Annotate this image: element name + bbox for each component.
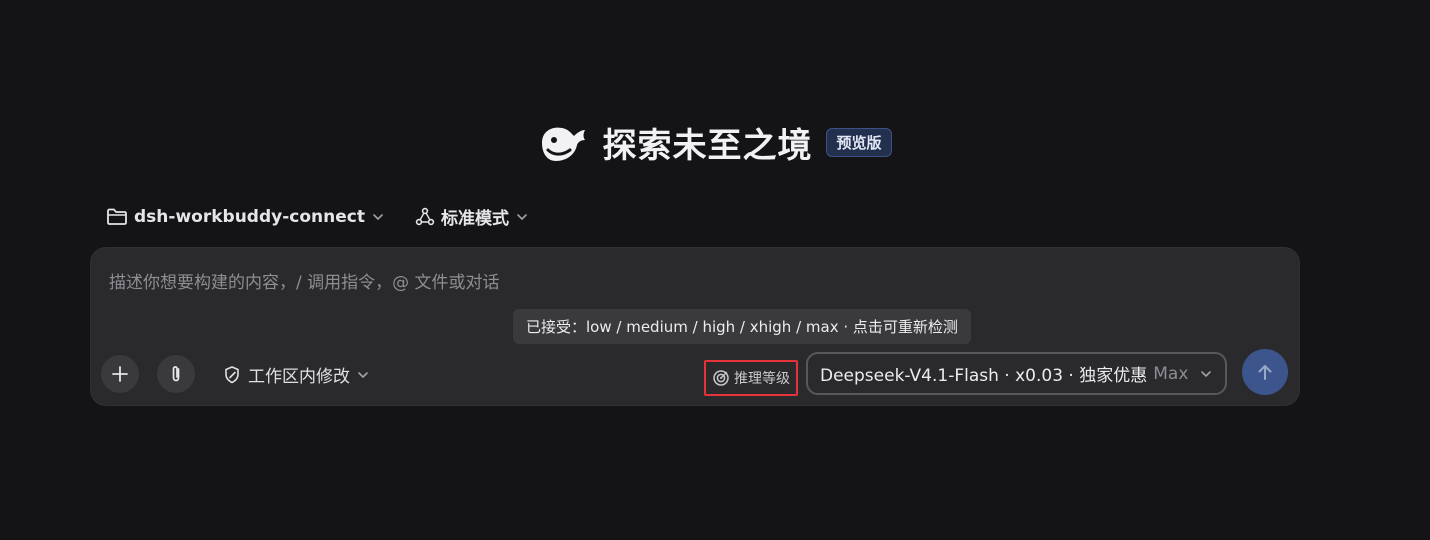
edit-scope-label: 工作区内修改 [248, 367, 350, 387]
model-selector[interactable]: Deepseek-V4.1-Flash · x0.03 · 独家优惠 Max [806, 352, 1227, 395]
add-button[interactable] [101, 355, 139, 393]
prompt-input[interactable] [109, 268, 1209, 298]
send-button[interactable] [1242, 349, 1288, 395]
reasoning-level-button[interactable]: 推理等级 [704, 360, 798, 396]
selector-row: dsh-workbuddy-connect 标准模式 [106, 204, 529, 229]
mode-selector[interactable]: 标准模式 [415, 204, 529, 229]
shield-edit-icon [225, 365, 239, 383]
whale-logo-icon [542, 127, 586, 161]
reasoning-tooltip: 已接受：low / medium / high / xhigh / max · … [513, 309, 971, 344]
model-name: Deepseek-V4.1-Flash · x0.03 · 独家优惠 [820, 366, 1148, 386]
workspace-selector[interactable]: dsh-workbuddy-connect [106, 204, 385, 229]
share-nodes-icon [415, 207, 435, 225]
hero-header: 探索未至之境 预览版 [0, 118, 1430, 167]
workspace-label: dsh-workbuddy-connect [134, 206, 365, 227]
mode-label: 标准模式 [440, 209, 509, 229]
target-icon [713, 370, 729, 386]
hero-title: 探索未至之境 [602, 126, 813, 166]
arrow-up-icon [1258, 365, 1272, 380]
paperclip-icon [172, 366, 180, 382]
chevron-down-icon [1201, 370, 1211, 377]
preview-badge: 预览版 [826, 128, 892, 157]
chevron-down-icon [517, 213, 527, 220]
chevron-down-icon [358, 371, 368, 378]
app-root: 探索未至之境 预览版 dsh-workbuddy-connect 标准模式 描述… [0, 0, 1430, 540]
folder-icon [107, 208, 127, 225]
plus-icon [112, 366, 128, 382]
reasoning-level-label: 推理等级 [734, 371, 790, 387]
chevron-down-icon [373, 213, 383, 220]
edit-scope-selector[interactable]: 工作区内修改 [222, 362, 370, 387]
attach-button[interactable] [157, 355, 195, 393]
model-level: Max [1153, 363, 1189, 384]
